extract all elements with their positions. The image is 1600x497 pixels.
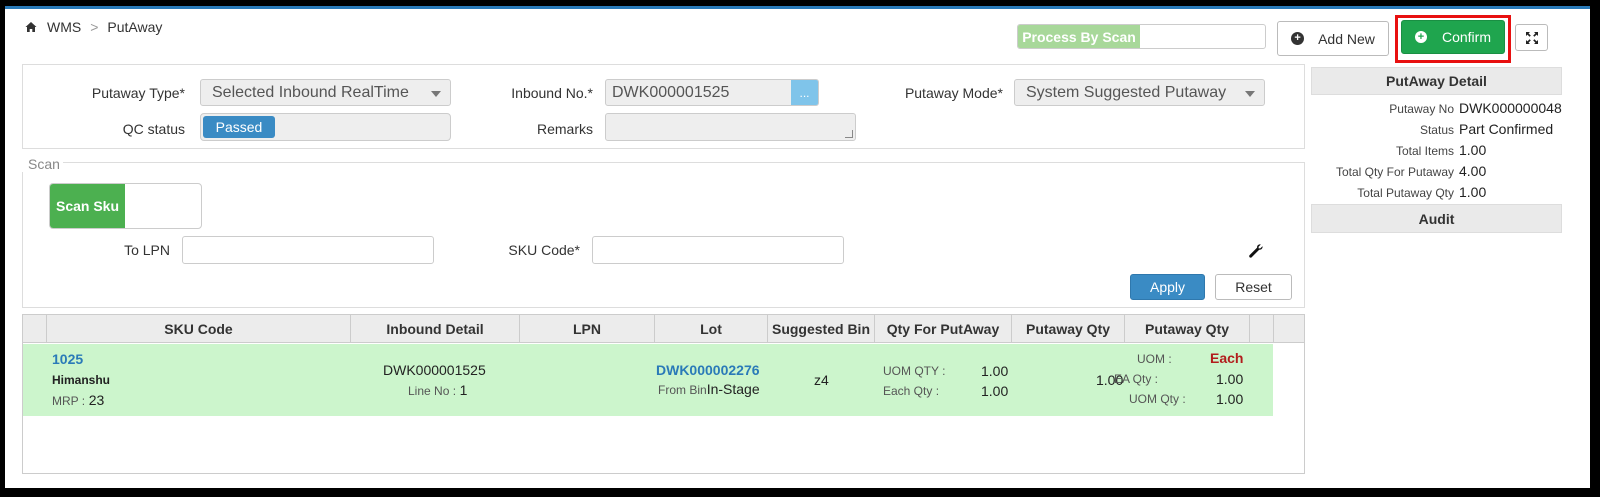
confirm-label: Confirm	[1441, 29, 1491, 45]
putaway-grid: SKU Code Inbound Detail LPN Lot Suggeste…	[22, 314, 1305, 474]
lot-link[interactable]: DWK000002276	[656, 362, 760, 378]
putaway-mode-label: Putaway Mode*	[904, 85, 1003, 101]
from-bin-value: In-Stage	[706, 381, 760, 397]
suggested-bin-value: z4	[814, 372, 829, 388]
column-header-lpn[interactable]: LPN	[520, 315, 655, 343]
add-new-button[interactable]: + Add New	[1277, 21, 1389, 56]
plus-circle-icon: +	[1414, 31, 1427, 43]
detail-row-status: Status Part Confirmed	[1311, 120, 1562, 141]
ea-qty-value: 1.00	[1216, 371, 1244, 387]
expand-icon	[1525, 31, 1538, 44]
grid-scroll-column	[1250, 315, 1274, 343]
line-no-label: Line No :	[408, 384, 457, 398]
table-row[interactable]: 1025 Himanshu MRP : 23 DWK000001525 Line…	[23, 344, 1273, 416]
to-lpn-input[interactable]	[182, 236, 434, 264]
inbound-no-label: Inbound No.*	[511, 85, 593, 101]
ea-qty-label: EA Qty :	[1114, 372, 1159, 386]
scan-sku-label: Scan Sku	[50, 184, 125, 228]
putaway-type-select[interactable]: Selected Inbound RealTime	[200, 79, 451, 106]
expand-button[interactable]	[1515, 24, 1548, 51]
scan-panel	[22, 162, 1305, 308]
detail-row-total-putaway-qty: Total Putaway Qty 1.00	[1311, 183, 1562, 204]
chevron-down-icon	[1245, 91, 1255, 97]
sku-code-label: SKU Code*	[508, 242, 580, 258]
breadcrumb: WMS > PutAway	[25, 19, 162, 35]
uom-qty2-value: 1.00	[1216, 391, 1244, 407]
detail-value: 1.00	[1459, 184, 1487, 200]
uom-value: Each	[1210, 350, 1244, 366]
grid-select-column	[23, 315, 47, 343]
each-qty-value: 1.00	[981, 383, 1009, 399]
detail-label: Putaway No	[1389, 102, 1454, 116]
column-header-inbound-detail[interactable]: Inbound Detail	[351, 315, 520, 343]
scan-sku-toggle[interactable]: Scan Sku	[49, 183, 202, 229]
uom-label: UOM :	[1137, 352, 1172, 366]
remarks-label: Remarks	[536, 121, 593, 137]
detail-value: 4.00	[1459, 163, 1487, 179]
grid-header: SKU Code Inbound Detail LPN Lot Suggeste…	[23, 315, 1304, 343]
wrench-icon[interactable]	[1248, 243, 1264, 259]
detail-row-total-items: Total Items 1.00	[1311, 141, 1562, 162]
uom-qty-value: 1.00	[981, 363, 1009, 379]
sku-code-link[interactable]: 1025	[52, 351, 83, 367]
column-header-sku-code[interactable]: SKU Code	[47, 315, 351, 343]
from-bin-label: From Bin	[658, 383, 707, 397]
breadcrumb-wms[interactable]: WMS	[47, 19, 81, 35]
apply-button[interactable]: Apply	[1130, 274, 1205, 300]
scan-legend: Scan	[22, 156, 63, 172]
qc-status-label: QC status	[122, 121, 185, 137]
breadcrumb-separator: >	[90, 19, 99, 35]
qc-status-badge: Passed	[203, 116, 275, 138]
putaway-window: WMS > PutAway Process By Scan + Add New …	[5, 6, 1590, 488]
inbound-detail-no: DWK000001525	[383, 362, 486, 378]
plus-circle-icon: +	[1291, 32, 1305, 45]
detail-row-putaway-no: Putaway No DWK000000048	[1311, 99, 1562, 120]
sku-name: Himanshu	[52, 373, 111, 387]
chevron-down-icon	[431, 91, 441, 97]
uom-qty-label: UOM QTY :	[883, 364, 946, 378]
column-header-putaway-qty[interactable]: Putaway Qty	[1012, 315, 1125, 343]
detail-label: Total Qty For Putaway	[1335, 165, 1454, 179]
detail-value: 1.00	[1459, 142, 1487, 158]
remarks-textarea[interactable]	[605, 113, 856, 141]
each-qty-label: Each Qty :	[883, 384, 940, 398]
detail-label: Status	[1419, 123, 1454, 137]
inbound-no-field[interactable]: DWK000001525 ...	[605, 79, 819, 106]
inbound-no-value: DWK000001525	[612, 83, 730, 101]
mrp-value: 23	[88, 392, 105, 408]
column-header-suggested-bin[interactable]: Suggested Bin	[768, 315, 875, 343]
add-new-label: Add New	[1318, 30, 1375, 47]
qc-status-field: Passed	[200, 113, 451, 141]
process-by-scan-label: Process By Scan	[1018, 25, 1140, 48]
putaway-mode-select[interactable]: System Suggested Putaway	[1014, 79, 1265, 106]
sku-code-input[interactable]	[592, 236, 844, 264]
confirm-button[interactable]: + Confirm	[1401, 20, 1505, 54]
detail-value: DWK000000048	[1459, 100, 1562, 116]
detail-label: Total Items	[1395, 144, 1454, 158]
column-header-putaway-qty-2[interactable]: Putaway Qty	[1125, 315, 1250, 343]
detail-row-total-qty-for-putaway: Total Qty For Putaway 4.00	[1311, 162, 1562, 183]
line-no-value: 1	[459, 382, 468, 398]
process-by-scan-toggle[interactable]: Process By Scan	[1017, 24, 1266, 49]
detail-value: Part Confirmed	[1459, 121, 1554, 137]
putaway-detail-panel: Putaway No DWK000000048 Status Part Conf…	[1311, 95, 1562, 202]
inbound-lookup-button[interactable]: ...	[791, 80, 818, 105]
mrp-label: MRP :	[52, 394, 86, 408]
breadcrumb-putaway: PutAway	[107, 19, 163, 35]
putaway-type-label: Putaway Type*	[91, 85, 185, 101]
putaway-detail-header: PutAway Detail	[1311, 67, 1562, 95]
putaway-type-value: Selected Inbound RealTime	[212, 83, 409, 101]
uom-qty2-label: UOM Qty :	[1129, 392, 1186, 406]
column-header-qty-for-putaway[interactable]: Qty For PutAway	[875, 315, 1012, 343]
scan-panel-top-border	[22, 162, 1305, 163]
putaway-mode-value: System Suggested Putaway	[1026, 83, 1227, 101]
audit-header[interactable]: Audit	[1311, 204, 1562, 233]
reset-button[interactable]: Reset	[1215, 274, 1292, 300]
home-icon[interactable]	[25, 21, 37, 33]
resize-handle-icon[interactable]	[845, 130, 853, 138]
detail-label: Total Putaway Qty	[1357, 186, 1454, 200]
to-lpn-label: To LPN	[124, 242, 170, 258]
putaway-form: Putaway Type* Selected Inbound RealTime …	[22, 64, 1305, 149]
column-header-lot[interactable]: Lot	[655, 315, 768, 343]
